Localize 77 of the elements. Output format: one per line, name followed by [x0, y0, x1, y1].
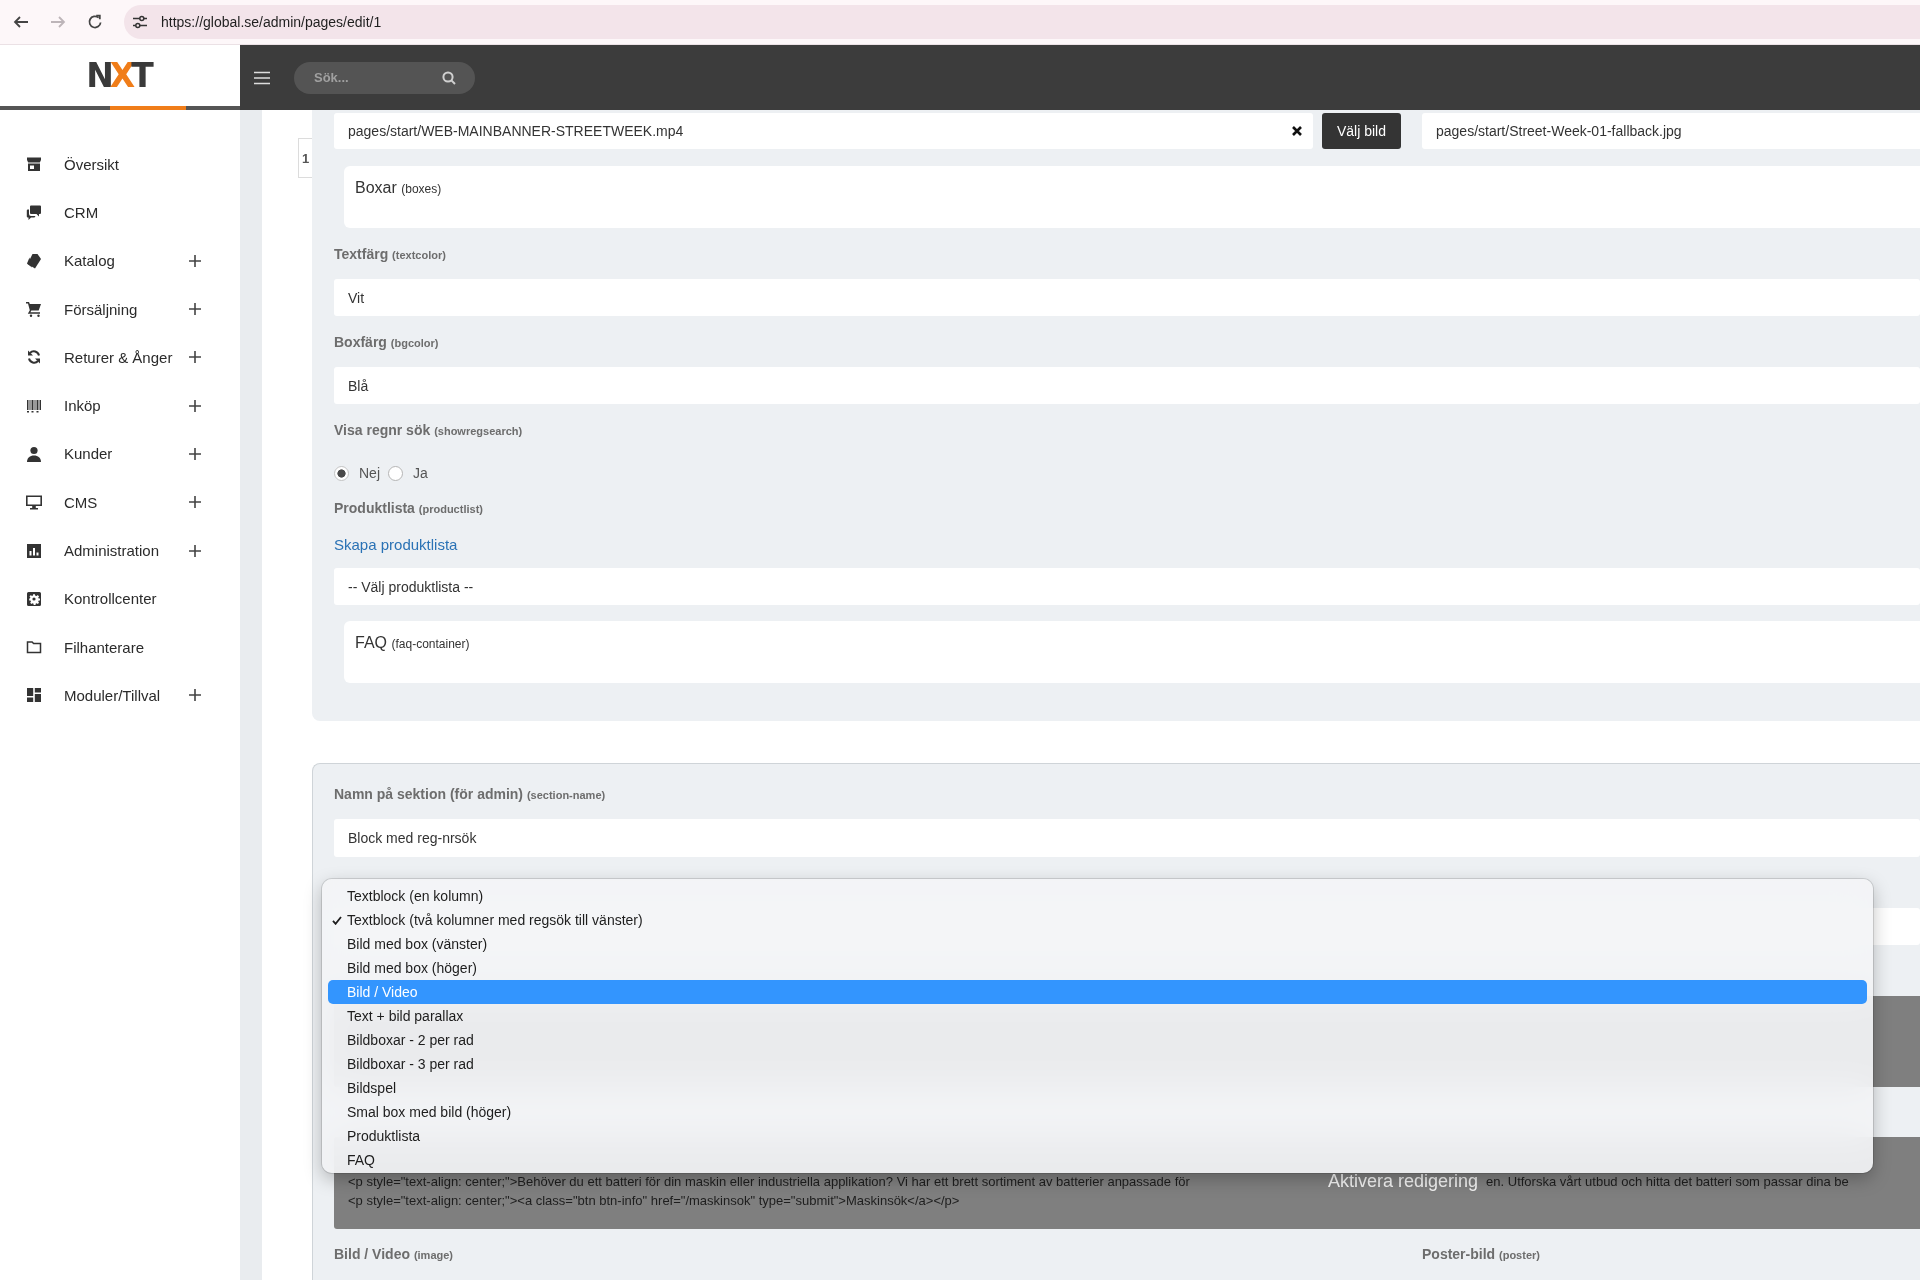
plus-icon[interactable] [189, 689, 201, 702]
field-label: Poster-bild (poster) [1422, 1245, 1540, 1264]
plus-icon[interactable] [189, 399, 201, 412]
field-label: Produktlista (productlist) [334, 499, 483, 518]
refresh-icon [26, 349, 42, 366]
chat-icon [26, 204, 42, 221]
sidebar-item[interactable]: Filhanterare [0, 622, 240, 672]
sidebar-item[interactable]: Returer & Ånger [0, 333, 240, 382]
card-title: Boxar (boxes) [355, 178, 442, 198]
dropdown-option[interactable]: FAQ [328, 1148, 1867, 1172]
monitor-icon [26, 494, 42, 511]
dashboard-icon [26, 687, 42, 704]
dropdown-option[interactable]: Textblock (en kolumn) [328, 884, 1867, 908]
search-field[interactable]: Sök... [294, 61, 475, 94]
reload-icon[interactable] [87, 14, 103, 30]
text-field[interactable]: Blå [334, 367, 1920, 404]
dropdown-option[interactable]: Produktlista [328, 1124, 1867, 1148]
section-tab[interactable]: 1 [298, 138, 312, 178]
file-path-field[interactable]: pages/start/Street-Week-01-fallback.jpg [1422, 113, 1920, 149]
sidebar-item[interactable]: Kunder [0, 429, 240, 479]
plus-icon[interactable] [189, 496, 201, 509]
radio-button[interactable] [388, 465, 403, 481]
store-icon [26, 156, 42, 173]
sidebar-item[interactable]: Moduler/Tillval [0, 671, 240, 720]
sidebar-item[interactable]: Inköp [0, 381, 240, 430]
field-label: Textfärg (textcolor) [334, 245, 446, 264]
plus-icon[interactable] [189, 544, 201, 557]
url-text: https://global.se/admin/pages/edit/1 [161, 14, 382, 30]
dropdown-option[interactable]: Bild med box (höger) [328, 956, 1867, 980]
back-arrow-icon[interactable] [13, 14, 29, 30]
sidebar-item[interactable]: CMS [0, 478, 240, 527]
sidebar-item[interactable]: Administration [0, 526, 240, 575]
field-label: Visa regnr sök (showregsearch) [334, 421, 523, 440]
radio-label[interactable]: Nej [359, 465, 380, 481]
gear-icon [26, 590, 42, 607]
text-field[interactable]: Vit [334, 279, 1920, 316]
radio-button[interactable] [334, 465, 349, 481]
menu-icon[interactable] [254, 70, 270, 85]
select-field[interactable]: -- Välj produktlista -- [334, 568, 1920, 605]
plus-icon[interactable] [189, 254, 201, 267]
sidebar-item[interactable]: CRM [0, 188, 240, 237]
sidebar-item[interactable]: Försäljning [0, 284, 240, 334]
activate-editing-link[interactable]: Aktivera redigering [1328, 1172, 1479, 1191]
dropdown-option[interactable]: Bildspel [328, 1076, 1867, 1100]
code-line: <p style="text-align: center;">Behöver du ett batteri för din maskin eller industriella applikation? Vi har ett brett sortiment av batterier anpassade för [348, 1173, 1191, 1191]
bar-chart-icon [26, 542, 42, 559]
user-icon [26, 445, 42, 462]
folder-icon [26, 639, 42, 656]
code-line: <p style="text-align: center;"><a class="btn btn-info" href="/maskinsok" type="submit">Maskinsök</a></p> [348, 1192, 960, 1210]
field-label: Boxfärg (bgcolor) [334, 333, 439, 352]
sidebar-item[interactable]: Översikt [0, 140, 240, 189]
plus-icon[interactable] [189, 447, 201, 460]
dropdown-option[interactable]: Bild med box (vänster) [328, 932, 1867, 956]
code-line: en. Utforska vårt utbud och hitta det batteri som passar dina be [1486, 1173, 1849, 1191]
dropdown-option[interactable]: Bildboxar - 3 per rad [328, 1052, 1867, 1076]
file-path-field[interactable]: pages/start/WEB-MAINBANNER-STREETWEEK.mp4 [334, 113, 1313, 149]
sidebar-item[interactable]: Katalog [0, 236, 240, 285]
address-bar[interactable]: https://global.se/admin/pages/edit/1 [124, 5, 1920, 39]
sidebar-item[interactable]: Kontrollcenter [0, 574, 240, 623]
plus-icon[interactable] [189, 351, 201, 364]
field-label: Bild / Video (image) [334, 1245, 453, 1264]
field-label: Namn på sektion (för admin) (section-name) [334, 785, 606, 804]
plus-icon[interactable] [189, 303, 201, 316]
barcode-icon [26, 397, 42, 414]
dropdown-option[interactable]: Text + bild parallax [328, 1004, 1867, 1028]
brand-logo[interactable]: NXT [86, 58, 154, 93]
site-settings-icon[interactable] [132, 14, 148, 30]
card-title: FAQ (faq-container) [355, 633, 470, 653]
dropdown-option[interactable]: Textblock (två kolumner med regsök till vänster) [328, 908, 1867, 932]
radio-label[interactable]: Ja [413, 465, 428, 481]
choose-image-button[interactable]: Välj bild [1322, 113, 1401, 149]
dropdown-option[interactable]: Bildboxar - 2 per rad [328, 1028, 1867, 1052]
cart-icon [26, 301, 42, 318]
dropdown-option[interactable]: Smal box med bild (höger) [328, 1100, 1867, 1124]
text-field[interactable]: Block med reg-nrsök [334, 819, 1920, 857]
tags-icon [26, 252, 42, 269]
create-product-list-link[interactable]: Skapa produktlista [334, 535, 458, 555]
